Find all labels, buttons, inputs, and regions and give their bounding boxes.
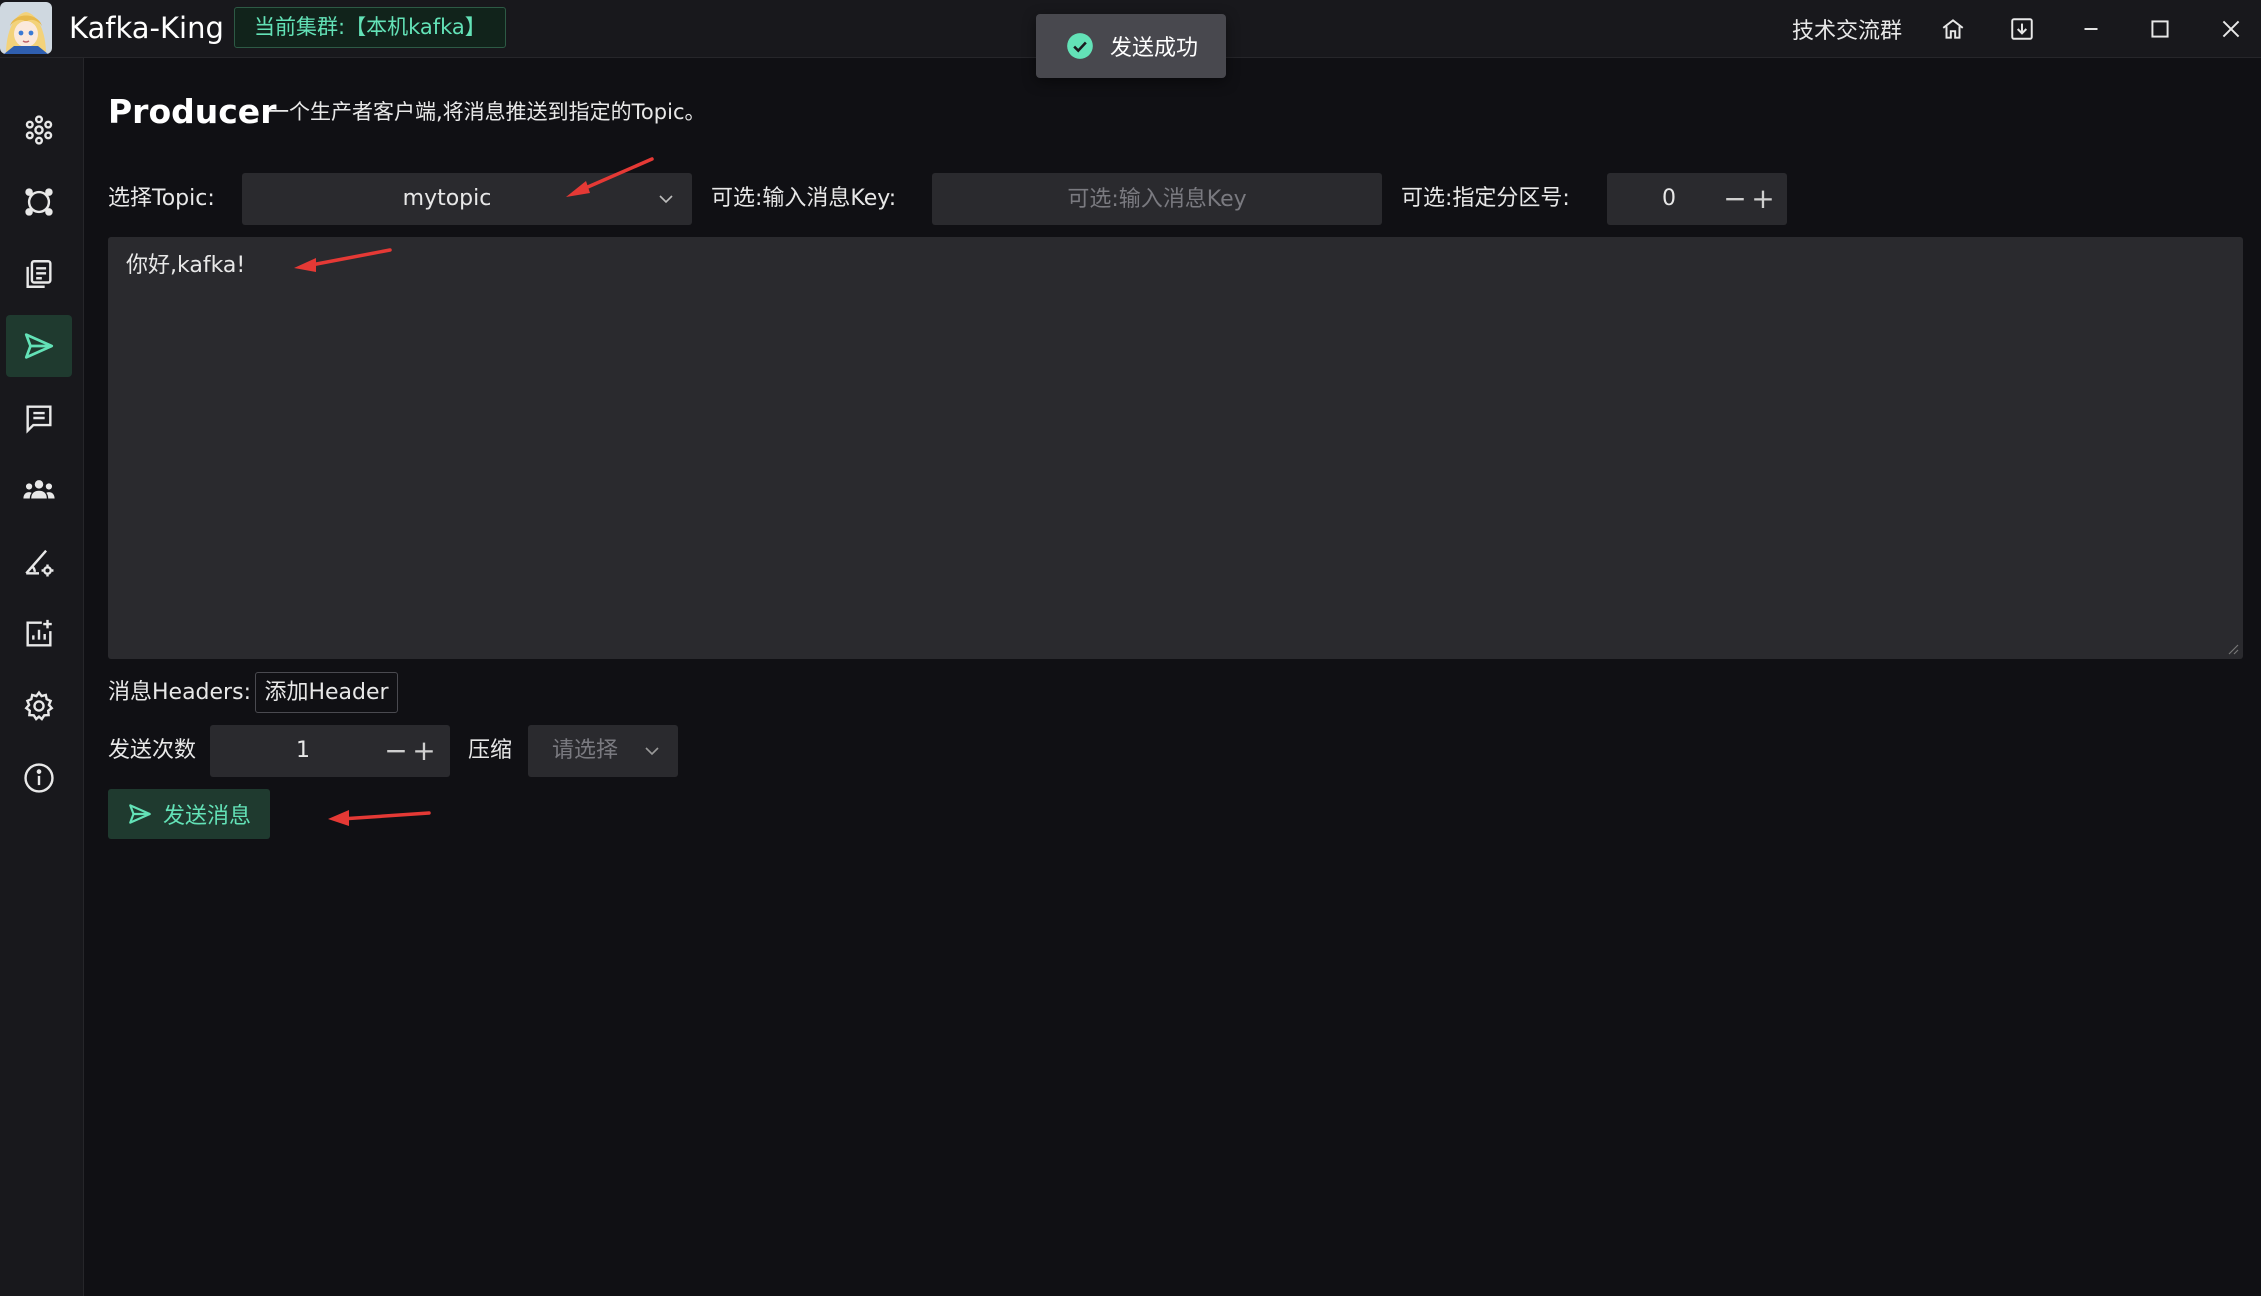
info-icon bbox=[24, 763, 54, 793]
topic-label: 选择Topic: bbox=[108, 186, 215, 211]
page-description: 一个生产者客户端,将消息推送到指定的Topic。 bbox=[268, 100, 706, 124]
sidebar-item-consumer[interactable] bbox=[6, 387, 72, 449]
community-link[interactable]: 技术交流群 bbox=[1792, 0, 1902, 58]
maximize-icon[interactable] bbox=[2144, 13, 2176, 45]
headers-label: 消息Headers: bbox=[108, 680, 251, 705]
sidebar-item-node[interactable] bbox=[6, 171, 72, 233]
sidebar-item-cluster[interactable] bbox=[6, 99, 72, 161]
success-toast: 发送成功 bbox=[1036, 14, 1226, 78]
settings-icon bbox=[24, 690, 54, 721]
send-message-button[interactable]: 发送消息 bbox=[108, 789, 270, 839]
send-message-label: 发送消息 bbox=[162, 804, 251, 829]
topic-icon bbox=[26, 260, 52, 288]
message-key-input[interactable] bbox=[932, 173, 1382, 225]
message-text: 你好,kafka! bbox=[126, 253, 246, 278]
download-icon[interactable] bbox=[2006, 13, 2038, 45]
group-icon bbox=[23, 480, 55, 499]
topic-select[interactable]: mytopic bbox=[242, 173, 692, 225]
send-times-value: 1 bbox=[296, 738, 310, 763]
send-times-decrement-button[interactable]: − bbox=[383, 725, 409, 777]
send-times-increment-button[interactable]: + bbox=[411, 725, 437, 777]
add-header-button[interactable]: 添加Header bbox=[255, 672, 398, 713]
app-logo bbox=[0, 2, 52, 54]
monitor-icon bbox=[26, 619, 52, 647]
sidebar-item-about[interactable] bbox=[6, 747, 72, 809]
annotation-arrow-icon bbox=[328, 810, 431, 826]
topic-select-value: mytopic bbox=[402, 186, 492, 211]
check-circle-icon bbox=[1067, 33, 1093, 59]
send-icon bbox=[129, 804, 151, 824]
chevron-down-icon bbox=[645, 747, 659, 756]
sidebar-item-topic[interactable] bbox=[6, 243, 72, 305]
minimize-icon[interactable] bbox=[2075, 13, 2107, 45]
chevron-down-icon bbox=[659, 195, 673, 204]
node-icon bbox=[25, 188, 53, 216]
sidebar-item-producer[interactable] bbox=[6, 315, 72, 377]
cluster-icon bbox=[25, 115, 53, 145]
send-times-stepper[interactable]: 1 − + bbox=[210, 725, 450, 777]
partition-value: 0 bbox=[1662, 186, 1676, 211]
send-times-label: 发送次数 bbox=[108, 738, 197, 763]
message-textarea[interactable]: 你好,kafka! bbox=[108, 237, 2243, 659]
inspection-icon bbox=[25, 549, 54, 577]
compress-select[interactable]: 请选择 bbox=[528, 725, 678, 777]
resize-grip-icon[interactable] bbox=[2225, 641, 2239, 655]
current-cluster-tag[interactable]: 当前集群:【本机kafka】 bbox=[234, 7, 506, 48]
compress-label: 压缩 bbox=[468, 738, 513, 763]
sidebar-item-monitor[interactable] bbox=[6, 603, 72, 665]
key-label: 可选:输入消息Key: bbox=[711, 186, 897, 211]
message-icon bbox=[26, 405, 52, 434]
partition-stepper[interactable]: 0 − + bbox=[1607, 173, 1787, 225]
close-icon[interactable] bbox=[2215, 13, 2247, 45]
sidebar bbox=[0, 58, 84, 1296]
compress-placeholder: 请选择 bbox=[551, 738, 618, 763]
send-icon bbox=[24, 333, 54, 359]
sidebar-item-inspection[interactable] bbox=[6, 531, 72, 593]
app-title: Kafka-King bbox=[69, 11, 224, 45]
partition-decrement-button[interactable]: − bbox=[1722, 173, 1748, 225]
home-icon[interactable] bbox=[1937, 13, 1969, 45]
partition-increment-button[interactable]: + bbox=[1750, 173, 1776, 225]
page-title: Producer bbox=[108, 92, 277, 131]
partition-label: 可选:指定分区号: bbox=[1401, 186, 1570, 211]
toast-text: 发送成功 bbox=[1110, 36, 1199, 61]
sidebar-item-group[interactable] bbox=[6, 459, 72, 521]
sidebar-item-settings[interactable] bbox=[6, 675, 72, 737]
